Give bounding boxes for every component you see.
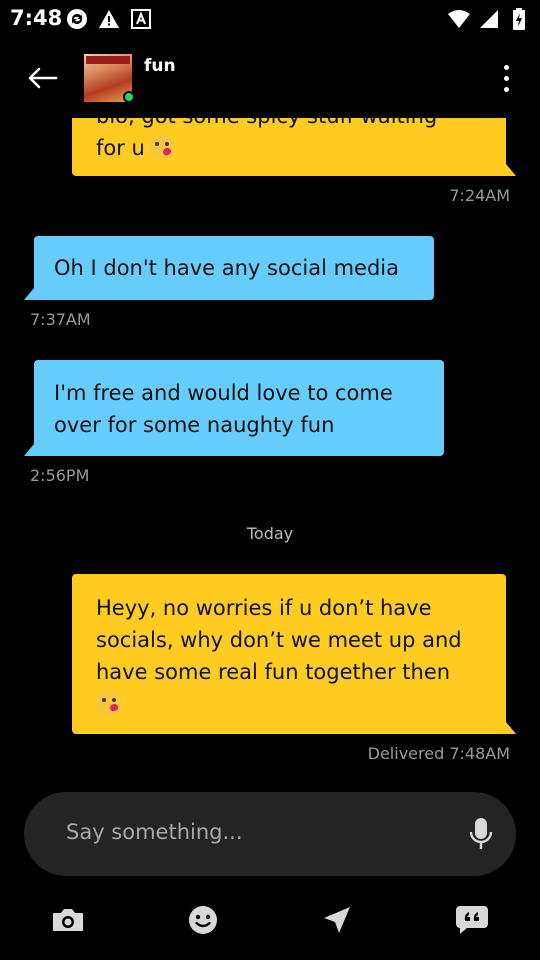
message-text-line: I'm free and would love to come xyxy=(54,381,393,405)
mic-icon xyxy=(469,818,493,849)
bubble-tail xyxy=(506,164,516,176)
signal-icon xyxy=(478,8,500,30)
bottom-toolbar xyxy=(0,890,540,950)
online-status-dot xyxy=(123,91,135,103)
message-timestamp: Delivered 7:48AM xyxy=(367,744,510,763)
status-time: 7:48 xyxy=(10,6,63,30)
message-text-line: socials, why don’t we meet up and xyxy=(96,628,462,652)
bubble-tail xyxy=(506,722,516,734)
avatar-banner xyxy=(86,56,130,64)
contact-name[interactable]: fun xyxy=(144,56,176,76)
emoji-icon xyxy=(189,906,217,934)
back-button[interactable] xyxy=(22,60,62,96)
wifi-icon xyxy=(448,8,470,30)
message-timestamp: 2:56PM xyxy=(30,466,90,485)
battery-icon xyxy=(508,8,530,30)
message-text-line: have some real fun together then xyxy=(96,660,451,684)
emoji-button[interactable] xyxy=(183,902,223,938)
chat-header: fun xyxy=(0,38,540,118)
sync-icon xyxy=(66,8,88,30)
quote-icon xyxy=(456,906,488,934)
day-divider: Today xyxy=(246,524,294,543)
send-location-button[interactable] xyxy=(317,902,357,938)
mic-button[interactable] xyxy=(468,816,494,852)
contact-avatar[interactable] xyxy=(84,54,135,103)
message-text-line: Heyy, no worries if u don’t have xyxy=(96,596,432,620)
message-bubble-outgoing[interactable]: Heyy, no worries if u don’t have socials… xyxy=(72,574,506,734)
warning-icon xyxy=(98,8,120,30)
message-bubble-incoming[interactable]: I'm free and would love to come over for… xyxy=(34,360,444,456)
bubble-tail xyxy=(24,444,34,456)
message-input[interactable]: Say something... xyxy=(24,792,516,876)
camera-button[interactable] xyxy=(48,902,88,938)
message-text-line: for u xyxy=(96,136,145,160)
message-list[interactable]: bio, got some spicy stuff waiting for u … xyxy=(0,118,540,788)
message-input-placeholder: Say something... xyxy=(66,820,243,844)
more-vertical-icon xyxy=(503,64,509,70)
message-text: Oh I don't have any social media xyxy=(54,256,399,280)
back-arrow-icon xyxy=(28,67,58,89)
kissing-face-heart-icon xyxy=(96,690,122,716)
location-send-icon xyxy=(324,907,350,933)
more-options-button[interactable] xyxy=(492,60,520,96)
message-text-line: bio, got some spicy stuff waiting xyxy=(96,118,482,132)
status-bar: 7:48 xyxy=(0,0,540,38)
message-text-line: over for some naughty fun xyxy=(54,413,335,437)
message-timestamp: 7:24AM xyxy=(449,186,510,205)
camera-icon xyxy=(53,909,83,931)
kissing-face-heart-icon xyxy=(148,134,175,160)
saved-phrases-button[interactable] xyxy=(452,902,492,938)
message-timestamp: 7:37AM xyxy=(30,310,91,329)
bubble-tail xyxy=(24,288,34,300)
message-bubble-outgoing[interactable]: bio, got some spicy stuff waiting for u xyxy=(72,118,506,176)
message-bubble-incoming[interactable]: Oh I don't have any social media xyxy=(34,236,434,300)
a-box-icon xyxy=(130,8,152,30)
